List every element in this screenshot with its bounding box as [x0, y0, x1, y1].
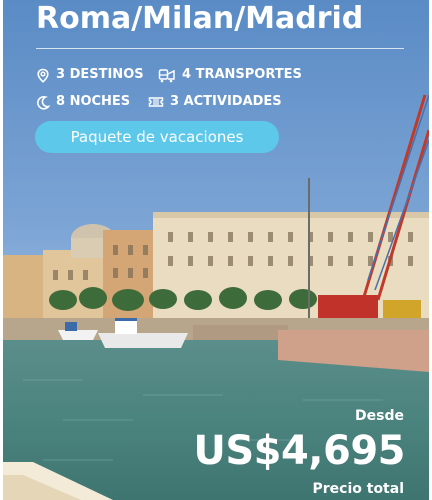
stat-activities-label: 3 ACTIVIDADES	[170, 94, 282, 109]
stat-destinations: 3 DESTINOS	[36, 67, 144, 83]
price-from-label: Desde	[355, 408, 404, 424]
package-title: Roma/Milan/Madrid	[36, 1, 364, 36]
stat-transports: 4 TRANSPORTES	[158, 67, 302, 83]
stat-transports-label: 4 TRANSPORTES	[182, 67, 302, 82]
stat-nights-label: 8 NOCHES	[56, 94, 131, 109]
location-pin-icon	[37, 68, 49, 83]
stat-nights: 8 NOCHES	[36, 94, 130, 110]
price-value: US$4,695	[193, 428, 405, 474]
price-note: Precio total	[312, 481, 405, 497]
ticket-icon	[148, 97, 164, 107]
vacation-package-button[interactable]: Paquete de vacaciones	[35, 121, 279, 153]
vacation-package-card[interactable]: Roma/Milan/Madrid 3 DESTINOS 4 TRANSPORT…	[3, 0, 429, 500]
moon-icon	[37, 95, 50, 110]
stat-activities: 3 ACTIVIDADES	[148, 94, 282, 110]
transport-icon	[158, 68, 175, 82]
stat-destinations-label: 3 DESTINOS	[56, 67, 144, 82]
title-divider	[36, 48, 404, 49]
